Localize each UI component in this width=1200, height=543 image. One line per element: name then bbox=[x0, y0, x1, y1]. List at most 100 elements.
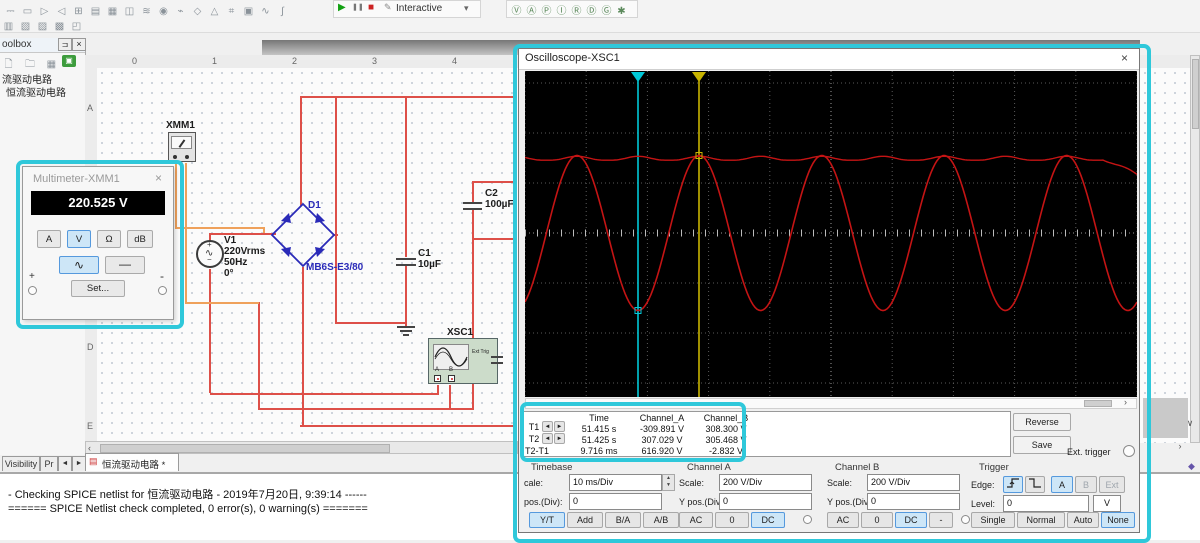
place-power-icon[interactable]: ⌁ bbox=[172, 5, 189, 18]
wire-segment[interactable] bbox=[472, 181, 517, 183]
arrow-left-icon: ◄ bbox=[61, 460, 69, 467]
tree-item-project[interactable]: 流驱动电路 bbox=[0, 74, 85, 87]
wire-segment[interactable] bbox=[300, 425, 517, 427]
xsc1-ext-trig-pin[interactable] bbox=[491, 362, 503, 364]
sheet-tab[interactable]: ▤ 恒流驱动电路 * bbox=[85, 453, 179, 471]
place-cmos-icon[interactable]: ▦ bbox=[104, 5, 121, 18]
xsc1-ext-trig-pin[interactable] bbox=[491, 356, 503, 358]
tree-item-sheet[interactable]: 恒流驱动电路 bbox=[0, 87, 85, 100]
wire-segment[interactable] bbox=[405, 266, 407, 326]
current-probe-icon[interactable]: Ⓐ bbox=[524, 5, 539, 18]
xmm1-terminal[interactable] bbox=[173, 155, 177, 159]
wire-segment[interactable] bbox=[301, 96, 517, 98]
ground-symbol bbox=[400, 330, 412, 332]
wire-segment[interactable] bbox=[472, 238, 517, 240]
new-document-icon[interactable]: 🗋 bbox=[0, 58, 17, 71]
ruler-letter: D bbox=[87, 342, 94, 352]
highlight-box-oscilloscope bbox=[513, 44, 1151, 543]
panel-tab-pr[interactable]: Pr bbox=[40, 456, 58, 471]
in-use-list-icon[interactable]: ▣ bbox=[240, 5, 257, 18]
sheet-tab-label: 恒流驱动电路 * bbox=[102, 460, 166, 471]
scroll-down-icon[interactable]: ∨ bbox=[1184, 418, 1196, 429]
wire-segment[interactable] bbox=[335, 322, 407, 324]
wire-segment[interactable] bbox=[263, 227, 265, 233]
arrow-right-icon: ► bbox=[75, 460, 83, 467]
wire-segment[interactable] bbox=[209, 269, 211, 393]
tab-label: Pr bbox=[44, 459, 54, 469]
wire-segment[interactable] bbox=[302, 267, 304, 425]
zoom-out-icon[interactable]: ◰ bbox=[68, 20, 85, 33]
wire-segment[interactable] bbox=[210, 233, 276, 235]
pause-button[interactable]: ❚❚ bbox=[352, 3, 364, 11]
probe-settings-icon[interactable]: ✱ bbox=[614, 5, 629, 18]
hierarchy-icon[interactable]: ▣ bbox=[62, 55, 76, 67]
xmm1-instrument[interactable] bbox=[168, 132, 196, 162]
wire-segment[interactable] bbox=[300, 96, 302, 206]
close-icon[interactable]: × bbox=[72, 38, 86, 51]
wire-segment[interactable] bbox=[449, 385, 451, 408]
digital-probe-icon[interactable]: Ⓓ bbox=[584, 5, 599, 18]
chevron-down-icon[interactable]: ▾ bbox=[464, 3, 469, 14]
interactive-dropdown[interactable]: Interactive bbox=[396, 3, 442, 14]
vscroll-thumb[interactable] bbox=[1192, 59, 1199, 129]
tab-scroll-right[interactable]: ► bbox=[72, 456, 86, 471]
wire-segment[interactable] bbox=[472, 210, 474, 240]
capacitor-c2-plate[interactable] bbox=[463, 208, 482, 210]
v1-source[interactable]: + ∿ − bbox=[196, 240, 224, 268]
wire-segment[interactable] bbox=[185, 163, 187, 303]
zoom-sheet-icon[interactable]: ▨ bbox=[34, 20, 51, 33]
capacitor-c2-plate[interactable] bbox=[463, 202, 482, 204]
run-button[interactable]: ▶ bbox=[338, 2, 346, 13]
save-icon[interactable]: ▦ bbox=[43, 58, 60, 71]
voltage-reference-probe-icon[interactable]: Ⓡ bbox=[569, 5, 584, 18]
scroll-right-icon[interactable]: › bbox=[1174, 441, 1186, 452]
xsc1-terminal-a[interactable] bbox=[434, 375, 441, 382]
wire-segment[interactable] bbox=[210, 393, 439, 395]
grapher-icon[interactable]: ∿ bbox=[257, 5, 274, 18]
wire-segment[interactable] bbox=[405, 96, 407, 257]
tab-label: Visibility bbox=[4, 459, 38, 469]
sheet-view-icon[interactable]: ▥ bbox=[0, 20, 17, 33]
xsc1-terminal-b[interactable] bbox=[448, 375, 455, 382]
xmm1-meter-face bbox=[171, 136, 192, 149]
d1-bridge-rectifier[interactable] bbox=[269, 201, 337, 269]
wire-segment[interactable] bbox=[175, 227, 265, 229]
probe-plot-icon[interactable]: Ⓖ bbox=[599, 5, 614, 18]
place-electromech-icon[interactable]: ⌗ bbox=[223, 5, 240, 18]
place-mixed-icon[interactable]: ≋ bbox=[138, 5, 155, 18]
zoom-area-icon[interactable]: ▧ bbox=[17, 20, 34, 33]
simulation-toolbar: ▶ ❚❚ ■ ✎ Interactive ▾ bbox=[333, 0, 481, 18]
c1-ref-label: C1 bbox=[418, 248, 431, 259]
wire-segment[interactable] bbox=[437, 385, 439, 393]
stop-button[interactable]: ■ bbox=[368, 2, 374, 13]
xsc1-instrument[interactable]: Ext Trig A B bbox=[428, 338, 503, 384]
place-ttl-icon[interactable]: ▤ bbox=[87, 5, 104, 18]
wire-segment[interactable] bbox=[472, 183, 474, 202]
postprocessor-icon[interactable]: ∫ bbox=[274, 5, 291, 18]
view-toolbar: ▥ ▧ ▨ ▩ ◰ bbox=[0, 16, 85, 33]
voltage-probe-icon[interactable]: Ⓥ bbox=[509, 5, 524, 18]
hscroll-thumb[interactable] bbox=[100, 444, 390, 453]
capacitor-c1-plate[interactable] bbox=[396, 264, 416, 266]
canvas-vscrollbar[interactable] bbox=[1190, 55, 1200, 443]
pin-button[interactable]: ⊐ bbox=[58, 38, 72, 51]
place-misc-digital-icon[interactable]: ◫ bbox=[121, 5, 138, 18]
xsc1-label: XSC1 bbox=[447, 327, 474, 338]
tab-scroll-left[interactable]: ◄ bbox=[58, 456, 72, 471]
power-probe-icon[interactable]: Ⓟ bbox=[539, 5, 554, 18]
open-folder-icon[interactable]: 🗀 bbox=[21, 58, 38, 71]
capacitor-c1-plate[interactable] bbox=[396, 258, 416, 260]
ground-symbol[interactable] bbox=[397, 326, 415, 328]
place-indicator-icon[interactable]: ◉ bbox=[155, 5, 172, 18]
place-misc-icon[interactable]: ◇ bbox=[189, 5, 206, 18]
place-rf-icon[interactable]: △ bbox=[206, 5, 223, 18]
wire-segment[interactable] bbox=[258, 408, 474, 410]
zoom-in-icon[interactable]: ▩ bbox=[51, 20, 68, 33]
c1-value-label: 10µF bbox=[418, 259, 441, 270]
wire-segment[interactable] bbox=[472, 240, 474, 410]
wire-segment[interactable] bbox=[185, 302, 259, 304]
wire-segment[interactable] bbox=[258, 302, 260, 410]
panel-tab-visibility[interactable]: Visibility bbox=[2, 456, 40, 471]
voltage-current-probe-icon[interactable]: Ⓘ bbox=[554, 5, 569, 18]
xmm1-terminal[interactable] bbox=[185, 155, 189, 159]
